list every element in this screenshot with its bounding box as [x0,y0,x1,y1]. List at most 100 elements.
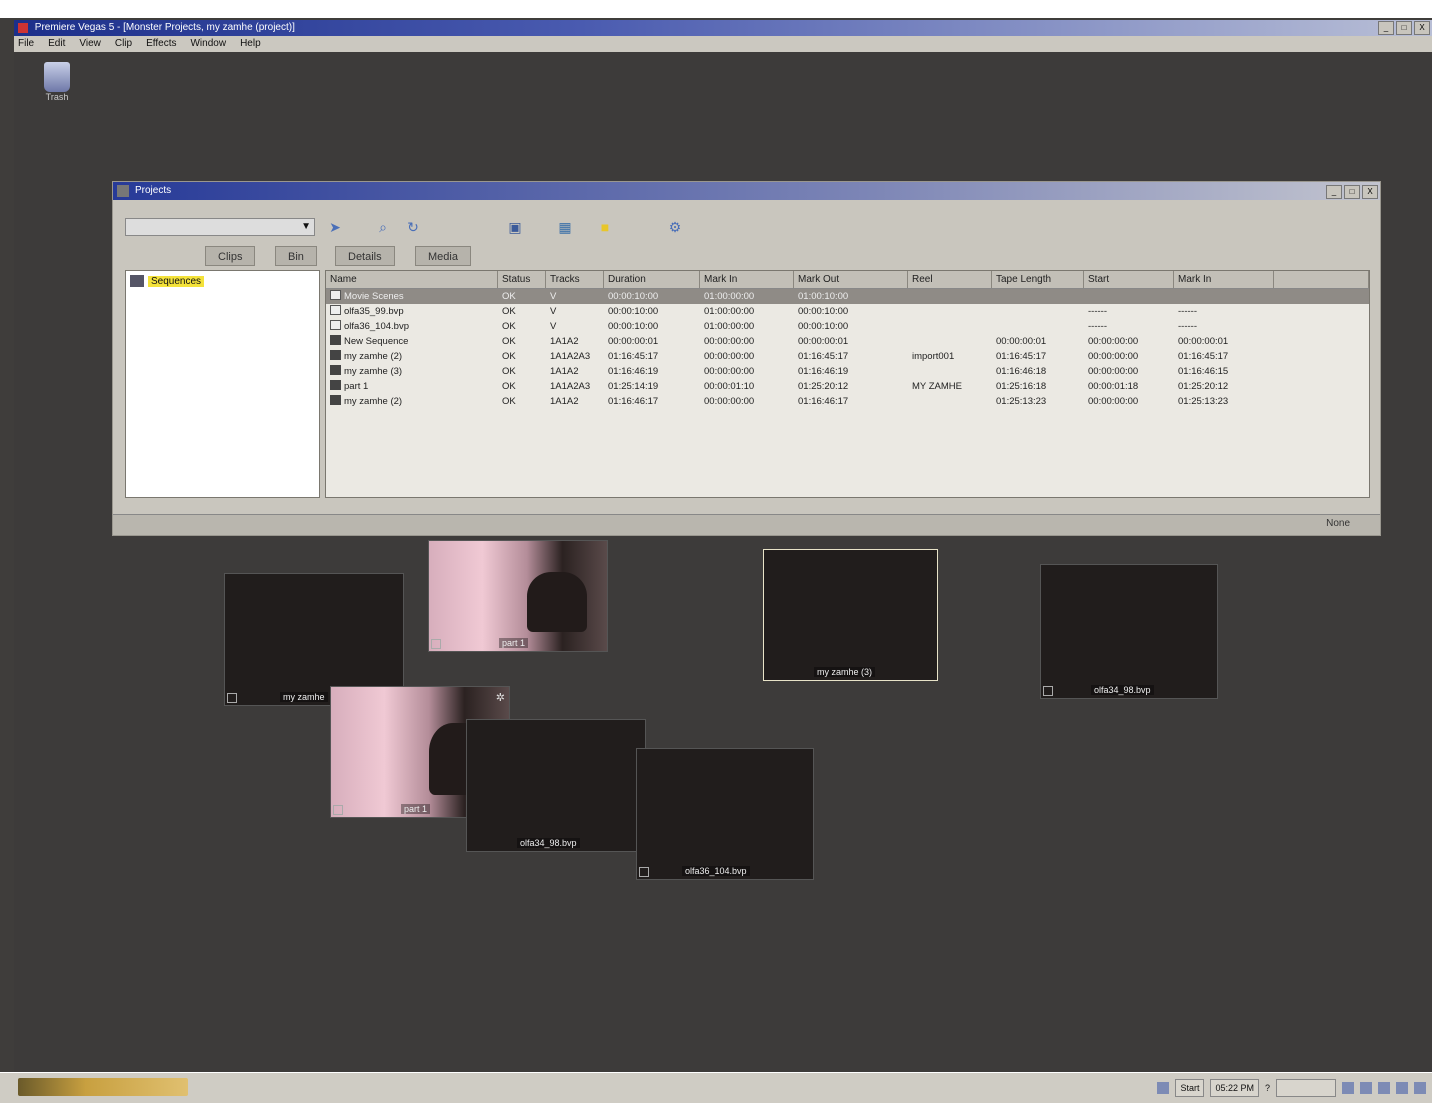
tab-media[interactable]: Media [415,246,471,266]
cell-duration: 01:16:45:17 [604,349,700,364]
column-start[interactable]: Start [1084,271,1174,288]
thumbnail-clip[interactable]: olfa34_98.bvp [466,719,646,852]
tree-node-label: Sequences [148,275,205,287]
thumbnail-clip[interactable]: my zamhe (3) [763,549,938,681]
folder-icon[interactable]: ■ [595,218,615,236]
cell-tracks: V [546,319,604,334]
import-icon[interactable]: ➤ [325,218,345,236]
cell-text: ------ [1088,306,1107,317]
tab-clips[interactable]: Clips [205,246,256,266]
menu-clip[interactable]: Clip [115,36,132,52]
cell-duration: 00:00:10:00 [604,319,700,334]
project-selector-dropdown[interactable]: ▼ [125,218,315,236]
table-row[interactable]: Movie Scenes OK V 00:00:10:00 01:00:00:00 01:… [326,289,1369,304]
table-row[interactable]: olfa36_104.bvp OK V 00:00:10:00 01:00:00:00 0… [326,319,1369,334]
refresh-icon[interactable]: ↻ [403,218,423,236]
column-reel[interactable]: Reel [908,271,992,288]
projects-icon [117,185,129,197]
help-icon[interactable]: ? [1265,1083,1270,1093]
cell-mark-out: 01:00:10:00 [794,289,908,304]
monitor-icon[interactable] [1360,1082,1372,1094]
column-duration[interactable]: Duration [604,271,700,288]
cell-tape-length: 00:00:00:01 [992,334,1084,349]
network-icon[interactable] [1157,1082,1170,1094]
grid-view-icon[interactable]: ▦ [555,218,575,236]
sequence-icon [330,350,341,360]
tray-field[interactable] [1276,1079,1336,1097]
menu-window[interactable]: Window [190,36,226,52]
trash-label: Trash [45,92,69,102]
trash-icon [44,62,70,92]
printer-icon[interactable] [1378,1082,1390,1094]
cell-text: 01:00:00:00 [704,306,755,317]
cell-text: 01:16:45:17 [996,351,1047,362]
cell-end: 01:16:45:17 [1174,349,1274,364]
volume-icon[interactable] [1342,1082,1354,1094]
cell-start: ------ [1084,319,1174,334]
thumbnail-clip[interactable]: olfa36_104.bvp [636,748,814,880]
menu-file[interactable]: File [18,36,34,52]
cell-end [1174,289,1274,304]
column-mark-out[interactable]: Mark Out [794,271,908,288]
maximize-button[interactable]: □ [1396,21,1412,35]
cell-name: part 1 [326,379,498,394]
projects-close-button[interactable]: X [1362,185,1378,199]
cell-reel [908,289,992,304]
trash-desktop-icon[interactable]: Trash [40,62,74,102]
tab-bin[interactable]: Bin [275,246,317,266]
battery-icon[interactable] [1396,1082,1408,1094]
table-row[interactable]: part 1 OK 1A1A2A3 01:25:14:19 00:00:01:10 01:… [326,379,1369,394]
bin-icon[interactable]: ▣ [505,218,525,236]
cell-text: ------ [1178,306,1197,317]
cell-text: 01:16:46:17 [798,396,849,407]
cell-text: 00:00:10:00 [608,306,659,317]
cell-duration: 01:16:46:17 [604,394,700,409]
cell-name: New Sequence [326,334,498,349]
tray-label-start[interactable]: Start [1175,1079,1205,1097]
table-row[interactable]: my zamhe (2) OK 1A1A2A3 01:16:45:17 00:00:00… [326,349,1369,364]
cell-text: OK [502,306,516,317]
start-button[interactable] [18,1078,188,1096]
column-mark-in[interactable]: Mark In [700,271,794,288]
column-tape-length[interactable]: Tape Length [992,271,1084,288]
cell-text: 01:25:14:19 [608,381,659,392]
chevron-down-icon: ▼ [301,221,311,232]
cell-text: ------ [1088,321,1107,332]
table-row[interactable]: my zamhe (2) OK 1A1A2 01:16:46:17 00:00:00:0… [326,394,1369,409]
top-margin [0,0,1432,18]
cell-text: 00:00:00:00 [1088,336,1139,347]
cell-text: 01:16:46:15 [1178,366,1229,377]
column-status[interactable]: Status [498,271,546,288]
cell-text: 00:00:00:01 [608,336,659,347]
tab-details[interactable]: Details [335,246,395,266]
menu-edit[interactable]: Edit [48,36,65,52]
cell-tracks: 1A1A2A3 [546,349,604,364]
cell-text: olfa36_104.bvp [344,321,409,332]
cell-text: 00:00:00:00 [704,336,755,347]
menu-help[interactable]: Help [240,36,261,52]
table-row[interactable]: my zamhe (3) OK 1A1A2 01:16:46:19 00:00:00:0… [326,364,1369,379]
projects-maximize-button[interactable]: □ [1344,185,1360,199]
projects-minimize-button[interactable]: _ [1326,185,1342,199]
search-icon[interactable]: ⌕ [373,218,393,236]
menu-effects[interactable]: Effects [146,36,176,52]
cell-text: New Sequence [344,336,409,347]
column-end[interactable]: Mark In [1174,271,1274,288]
table-row[interactable]: olfa35_99.bvp OK V 00:00:10:00 01:00:00:00 00… [326,304,1369,319]
table-row[interactable]: New Sequence OK 1A1A2 00:00:00:01 00:00:00:0… [326,334,1369,349]
thumbnail-label: my zamhe (3) [814,667,876,677]
thumbnail-clip[interactable]: part 1 [428,540,608,652]
close-button[interactable]: X [1414,21,1430,35]
power-icon[interactable] [1414,1082,1426,1094]
tree-node-sequences[interactable]: Sequences [130,275,205,287]
clip-icon [330,290,341,300]
column-name[interactable]: Name [326,271,498,288]
settings-icon[interactable]: ⚙ [665,218,685,236]
column-tracks[interactable]: Tracks [546,271,604,288]
thumbnail-clip[interactable]: olfa34_98.bvp [1040,564,1218,699]
cell-text: olfa35_99.bvp [344,306,404,317]
menu-view[interactable]: View [79,36,101,52]
minimize-button[interactable]: _ [1378,21,1394,35]
cell-mark-in: 01:00:00:00 [700,289,794,304]
cell-status: OK [498,304,546,319]
